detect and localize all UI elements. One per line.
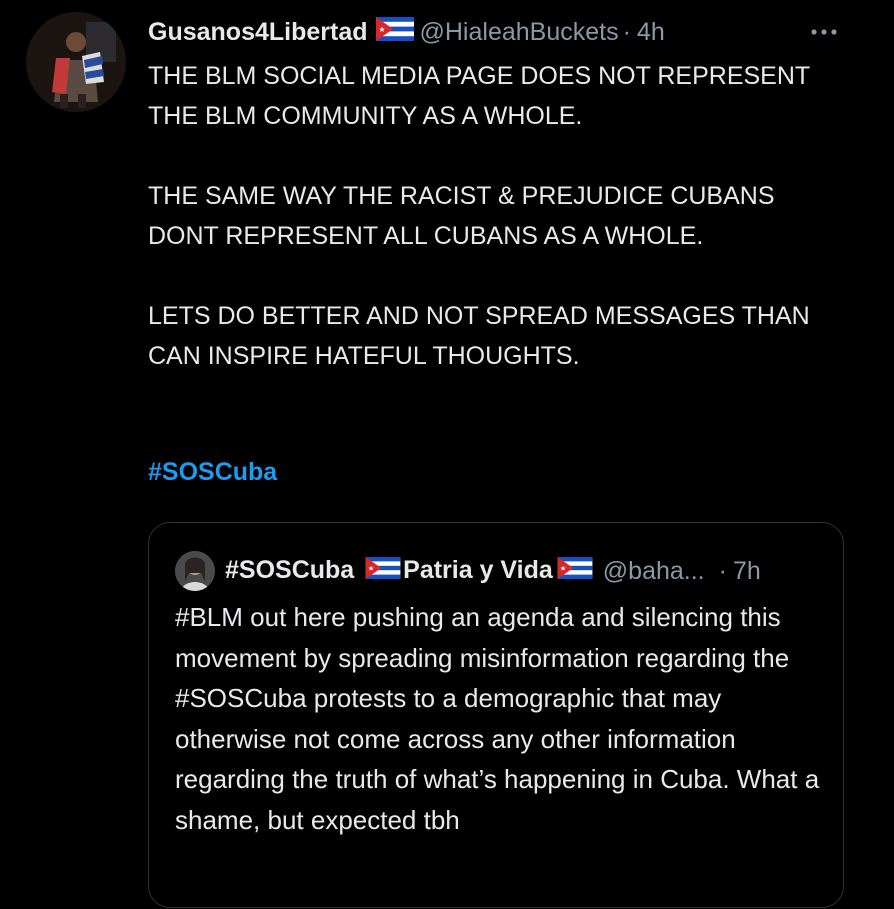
cuba-flag-icon bbox=[365, 556, 401, 586]
quoted-author-avatar[interactable] bbox=[175, 551, 215, 591]
cuba-flag-icon bbox=[375, 16, 414, 48]
separator-dot: · bbox=[622, 17, 631, 46]
quoted-author-display-name[interactable]: #SOSCuba Patria y Vida bbox=[225, 556, 595, 586]
tweet-paragraph: THE SAME WAY THE RACIST & PREJUDICE CUBA… bbox=[148, 182, 775, 250]
author-handle[interactable]: @HialeahBuckets bbox=[420, 18, 619, 47]
cuba-flag-icon bbox=[557, 556, 593, 586]
quoted-name-text: Patria y Vida bbox=[403, 556, 553, 585]
quoted-tweet-body: #BLM out here pushing an agenda and sile… bbox=[175, 602, 820, 835]
tweet-paragraph: THE BLM SOCIAL MEDIA PAGE DOES NOT REPRE… bbox=[148, 62, 810, 130]
tweet-timestamp[interactable]: 4h bbox=[637, 18, 665, 47]
tweet-header: Gusanos4Libertad @HialeahBuckets · 4h bbox=[148, 14, 665, 50]
separator-dot: · bbox=[718, 556, 727, 585]
author-display-name[interactable]: Gusanos4Libertad bbox=[148, 18, 368, 47]
quoted-tweet-timestamp[interactable]: 7h bbox=[733, 557, 761, 586]
quoted-tweet[interactable]: #SOSCuba Patria y Vida @baha... · 7h #BL… bbox=[148, 522, 844, 908]
more-horizontal-icon[interactable] bbox=[806, 22, 842, 42]
hashtag-link[interactable]: #SOSCuba bbox=[148, 458, 277, 487]
tweet[interactable]: Gusanos4Libertad @HialeahBuckets · 4h TH… bbox=[0, 0, 894, 909]
quoted-author-handle[interactable]: @baha... bbox=[603, 557, 705, 586]
quoted-name-hashtag: #SOSCuba bbox=[225, 556, 355, 585]
tweet-body: THE BLM SOCIAL MEDIA PAGE DOES NOT REPRE… bbox=[148, 56, 848, 416]
author-avatar[interactable] bbox=[26, 12, 126, 112]
tweet-paragraph: LETS DO BETTER AND NOT SPREAD MESSAGES T… bbox=[148, 302, 810, 370]
quoted-tweet-header: #SOSCuba Patria y Vida @baha... · 7h bbox=[175, 551, 761, 591]
